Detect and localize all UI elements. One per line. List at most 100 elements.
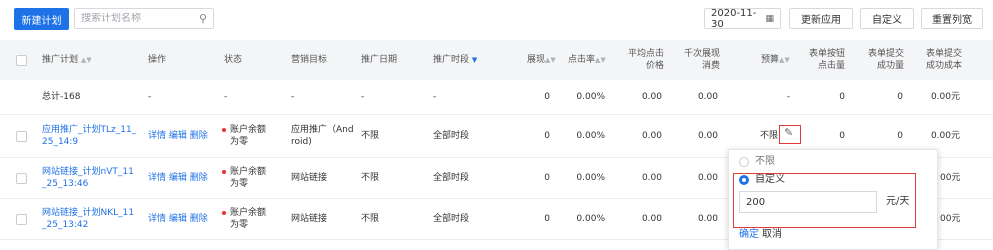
col-goal: 营销目标 <box>291 55 328 65</box>
col-ctr[interactable]: 点击率▲▼ <box>568 54 606 66</box>
total-impressions: 0 <box>544 92 550 102</box>
date-value: 2020-11-30 <box>711 7 757 30</box>
row-avg-price: 0.00 <box>641 173 662 183</box>
cancel-button[interactable]: 取消 <box>762 229 782 241</box>
total-form-clicks: 0 <box>839 92 845 102</box>
col-form-submit[interactable]: 表单提交 成功量 <box>849 48 904 72</box>
row-form-cost: 0.00元 <box>930 131 960 141</box>
row-impressions: 0 <box>544 173 550 183</box>
status-badge: 账户余额 为零 <box>222 124 266 148</box>
row-form-clicks: 0 <box>839 131 845 141</box>
detail-link[interactable]: 详情 <box>148 214 166 224</box>
delete-link[interactable]: 删除 <box>190 173 208 183</box>
total-ctr: 0.00% <box>576 92 605 102</box>
row-checkbox[interactable] <box>16 173 27 184</box>
total-row: 总计-168 - - - - - 0 0.00% 0.00 0.00 - 0 0… <box>0 80 993 115</box>
col-plan[interactable]: 推广计划 ▲▼ <box>42 54 92 66</box>
delete-link[interactable]: 删除 <box>190 131 208 141</box>
sort-icon[interactable]: ▲▼ <box>779 56 790 64</box>
row-ctr: 0.00% <box>576 131 605 141</box>
row-avg-price: 0.00 <box>641 214 662 224</box>
col-avg-price[interactable]: 平均点击 价格 <box>612 48 664 72</box>
total-dash: - <box>224 92 228 102</box>
plan-name-link[interactable]: 网站链接_计划nVT_11 _25_13:46 <box>42 166 134 190</box>
row-period: 全部时段 <box>433 131 470 141</box>
radio-unlimited[interactable] <box>739 157 749 167</box>
total-dash: - <box>291 92 295 102</box>
row-ctr: 0.00% <box>576 214 605 224</box>
col-form-clicks[interactable]: 表单按钮 点击量 <box>790 48 845 72</box>
row-period: 全部时段 <box>433 173 470 183</box>
delete-link[interactable]: 删除 <box>190 214 208 224</box>
col-period[interactable]: 推广时段 ▼ <box>433 54 477 66</box>
row-actions: 详情 编辑 删除 <box>148 213 208 225</box>
detail-link[interactable]: 详情 <box>148 131 166 141</box>
detail-link[interactable]: 详情 <box>148 173 166 183</box>
total-dash: - <box>148 92 152 102</box>
col-date: 推广日期 <box>361 55 398 65</box>
col-form-cost[interactable]: 表单提交 成功成本 <box>909 48 962 72</box>
custom-highlight <box>733 173 916 228</box>
edit-link[interactable]: 编辑 <box>169 214 187 224</box>
col-cpm[interactable]: 千次展现 消费 <box>668 48 720 72</box>
row-budget: 不限 <box>760 131 779 141</box>
row-cpm: 0.00 <box>697 173 718 183</box>
row-form-cost: 00元 <box>940 214 961 224</box>
row-goal: 网站链接 <box>291 173 328 183</box>
row-checkbox[interactable] <box>16 131 27 142</box>
update-app-button[interactable]: 更新应用 <box>789 8 853 29</box>
search-icon[interactable]: ⚲ <box>199 12 207 25</box>
total-avg-price: 0.00 <box>641 92 662 102</box>
row-goal: 网站链接 <box>291 214 328 224</box>
plan-name-link[interactable]: 网站链接_计划NKL_11 _25_13:42 <box>42 207 134 231</box>
search-input[interactable] <box>81 13 191 24</box>
row-period: 全部时段 <box>433 214 470 224</box>
row-goal: 应用推广（And roid) <box>291 125 354 147</box>
status-dot <box>222 210 226 215</box>
col-status: 状态 <box>224 55 243 65</box>
confirm-button[interactable]: 确定 <box>739 229 759 241</box>
edit-icon[interactable]: ✎ <box>784 127 793 139</box>
row-impressions: 0 <box>544 214 550 224</box>
edit-link[interactable]: 编辑 <box>169 173 187 183</box>
row-avg-price: 0.00 <box>641 131 662 141</box>
sort-icon[interactable]: ▲▼ <box>545 56 556 64</box>
total-dash: - <box>361 92 365 102</box>
sort-icon[interactable]: ▲▼ <box>595 56 606 64</box>
option-unlimited-label: 不限 <box>755 156 775 167</box>
status-dot <box>222 127 226 132</box>
status-badge: 账户余额 为零 <box>222 166 266 190</box>
status-badge: 账户余额 为零 <box>222 207 266 231</box>
row-form-cost: 00元 <box>940 173 961 183</box>
edit-link[interactable]: 编辑 <box>169 131 187 141</box>
table-header: 推广计划 ▲▼ 操作 状态 营销目标 推广日期 推广时段 ▼ 展现▲▼ 点击率▲… <box>0 40 993 80</box>
total-budget: - <box>786 92 790 102</box>
select-all-checkbox[interactable] <box>16 55 27 66</box>
sort-icon[interactable]: ▲▼ <box>81 56 92 64</box>
total-form-submit: 0 <box>897 92 903 102</box>
row-form-submit: 0 <box>897 131 903 141</box>
calendar-icon: ▦ <box>765 13 774 24</box>
custom-columns-button[interactable]: 自定义 <box>860 8 914 29</box>
col-budget[interactable]: 预算▲▼ <box>761 54 790 66</box>
total-cpm: 0.00 <box>697 92 718 102</box>
search-box[interactable]: ⚲ <box>74 8 214 29</box>
plan-name-link[interactable]: 应用推广_计划TLz_11_ 25_14:9 <box>42 124 136 148</box>
date-picker[interactable]: 2020-11-30 ▦ <box>704 7 781 30</box>
total-dash: - <box>433 92 437 102</box>
row-checkbox[interactable] <box>16 214 27 225</box>
col-impressions[interactable]: 展现▲▼ <box>527 54 556 66</box>
new-plan-button[interactable]: 新建计划 <box>14 8 69 30</box>
filter-icon[interactable]: ▼ <box>472 56 477 64</box>
row-impressions: 0 <box>544 131 550 141</box>
row-date: 不限 <box>361 173 380 183</box>
row-cpm: 0.00 <box>697 214 718 224</box>
row-date: 不限 <box>361 214 380 224</box>
total-form-cost: 0.00元 <box>930 92 960 102</box>
row-date: 不限 <box>361 131 380 141</box>
reset-width-button[interactable]: 重置列宽 <box>921 8 983 29</box>
status-dot <box>222 169 226 174</box>
row-actions: 详情 编辑 删除 <box>148 130 208 142</box>
row-cpm: 0.00 <box>697 131 718 141</box>
row-actions: 详情 编辑 删除 <box>148 172 208 184</box>
